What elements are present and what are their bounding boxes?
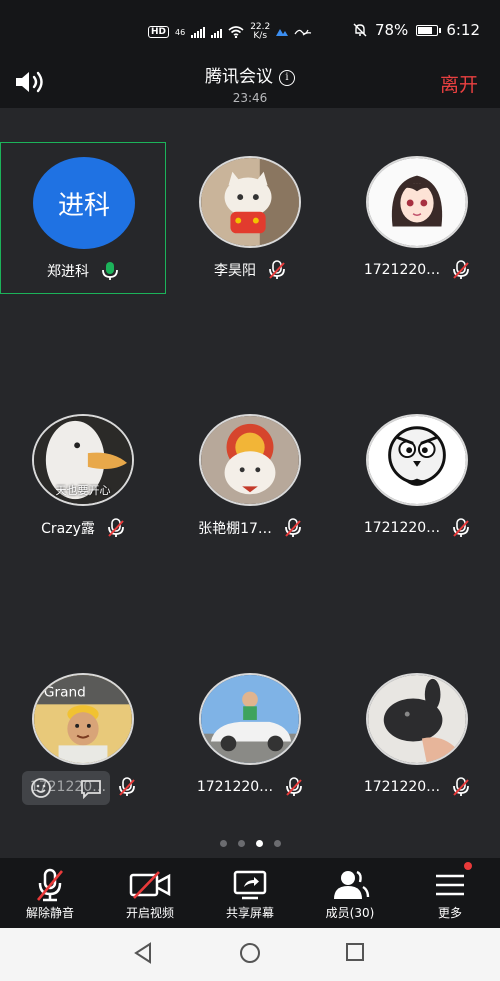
participant-tile[interactable]: 1721220… — [334, 142, 500, 294]
bottom-toolbar: 解除静音 开启视频 共享屏幕 成员(30) 更多 — [0, 858, 500, 928]
network-speed: 22.2 K/s — [250, 23, 270, 41]
mic-muted-icon — [107, 518, 125, 538]
notification-app-icon — [276, 29, 289, 36]
participant-name-row: Crazy露 — [0, 518, 166, 538]
participant-name: 1721220… — [363, 520, 441, 536]
mic-muted-icon — [285, 777, 303, 797]
meeting-header: 腾讯会议 i 23:46 离开 — [0, 56, 500, 108]
signal-2-icon — [211, 27, 223, 38]
network-type: 46 — [175, 27, 186, 37]
unmute-button[interactable]: 解除静音 — [0, 858, 100, 928]
mic-muted-icon — [452, 777, 470, 797]
system-nav-bar — [0, 928, 500, 981]
participant-name-row: 1721220… — [167, 777, 333, 797]
mic-on-icon — [101, 261, 119, 281]
battery-icon — [416, 24, 442, 36]
avatar — [199, 414, 301, 506]
members-button[interactable]: 成员(30) — [300, 858, 400, 928]
unmute-label: 解除静音 — [25, 906, 74, 920]
leave-button[interactable]: 离开 — [440, 70, 478, 97]
participant-name: 1721220… — [363, 262, 441, 278]
participant-tile[interactable]: 1721220… — [334, 400, 500, 552]
mic-muted-icon — [118, 777, 136, 797]
home-icon[interactable] — [239, 942, 261, 964]
participant-name-row: 1721220… — [334, 260, 500, 280]
meeting-title-area: 腾讯会议 i 23:46 — [0, 62, 500, 105]
participant-name: Crazy露 — [41, 521, 95, 537]
participant-name: 1721220… — [363, 779, 441, 795]
emoji-icon[interactable] — [30, 777, 52, 799]
status-right: 78% 6:12 — [353, 21, 480, 39]
more-icon — [436, 874, 464, 896]
page-dot — [273, 840, 281, 847]
participant-name: 张艳棚17… — [198, 521, 272, 537]
meeting-title: 腾讯会议 — [205, 67, 273, 87]
info-icon[interactable]: i — [279, 70, 295, 86]
participant-tile[interactable]: 1721220… — [167, 659, 333, 811]
mute-bell-icon — [353, 23, 367, 37]
avatar — [366, 156, 468, 248]
avatar — [199, 673, 301, 765]
share-screen-icon — [233, 870, 267, 900]
avatar — [366, 414, 468, 506]
avatar: 进科 — [33, 157, 135, 249]
more-label: 更多 — [437, 906, 462, 920]
participant-name: 李昊阳 — [214, 263, 256, 279]
page-dot — [255, 840, 263, 847]
back-icon[interactable] — [133, 942, 153, 964]
mic-muted-icon — [268, 260, 286, 280]
mic-muted-icon — [284, 518, 302, 538]
participant-name: 郑进科 — [47, 264, 89, 280]
avatar: 天也要开心 — [32, 414, 134, 506]
participant-tile[interactable]: 天也要开心 Crazy露 — [0, 400, 166, 552]
avatar: Grand — [32, 673, 134, 765]
page-dot — [219, 840, 227, 847]
meeting-timer: 23:46 — [232, 91, 268, 105]
clock: 6:12 — [446, 21, 480, 39]
reaction-bar[interactable] — [22, 771, 110, 805]
wifi-icon — [228, 26, 244, 38]
share-screen-label: 共享屏幕 — [225, 906, 274, 920]
start-video-button[interactable]: 开启视频 — [100, 858, 200, 928]
participant-tile[interactable]: 进科郑进科 — [0, 142, 166, 294]
status-bar: HD 46 22.2 K/s 78% 6:12 — [0, 0, 500, 56]
more-button[interactable]: 更多 — [400, 858, 500, 928]
participant-tile[interactable]: 张艳棚17… — [167, 400, 333, 552]
page-indicator — [0, 840, 500, 847]
signal-icon — [191, 26, 206, 38]
svg-text:Grand: Grand — [44, 685, 86, 701]
mic-muted-icon — [452, 260, 470, 280]
mic-muted-icon — [36, 868, 64, 902]
chat-icon[interactable] — [80, 779, 102, 799]
battery-fill — [418, 26, 432, 34]
avatar — [366, 673, 468, 765]
participant-name-row: 1721220… — [334, 777, 500, 797]
hd-badge: HD — [148, 26, 170, 38]
members-icon — [334, 870, 370, 899]
participant-name: 1721220… — [196, 779, 274, 795]
start-video-label: 开启视频 — [125, 906, 174, 920]
notification-dot — [464, 862, 472, 870]
battery-percent: 78% — [374, 21, 409, 39]
page-dot — [237, 840, 245, 847]
notification-brand-icon — [294, 29, 312, 36]
mic-muted-icon — [452, 518, 470, 538]
participant-name-row: 李昊阳 — [167, 260, 333, 280]
participant-tile[interactable]: 1721220… — [334, 659, 500, 811]
avatar-caption: 天也要开心 — [55, 484, 111, 497]
video-off-icon — [129, 871, 171, 899]
participant-name-row: 1721220… — [334, 518, 500, 538]
status-left: HD 46 22.2 K/s — [148, 23, 312, 41]
speed-unit: K/s — [253, 31, 268, 41]
participant-name-row: 张艳棚17… — [167, 518, 333, 538]
share-screen-button[interactable]: 共享屏幕 — [200, 858, 300, 928]
participant-name-row: 郑进科 — [1, 261, 165, 281]
members-label: 成员(30) — [325, 906, 375, 920]
recents-icon[interactable] — [345, 942, 365, 962]
avatar-initials: 进科 — [57, 190, 110, 221]
avatar — [199, 156, 301, 248]
participant-tile[interactable]: 李昊阳 — [167, 142, 333, 294]
